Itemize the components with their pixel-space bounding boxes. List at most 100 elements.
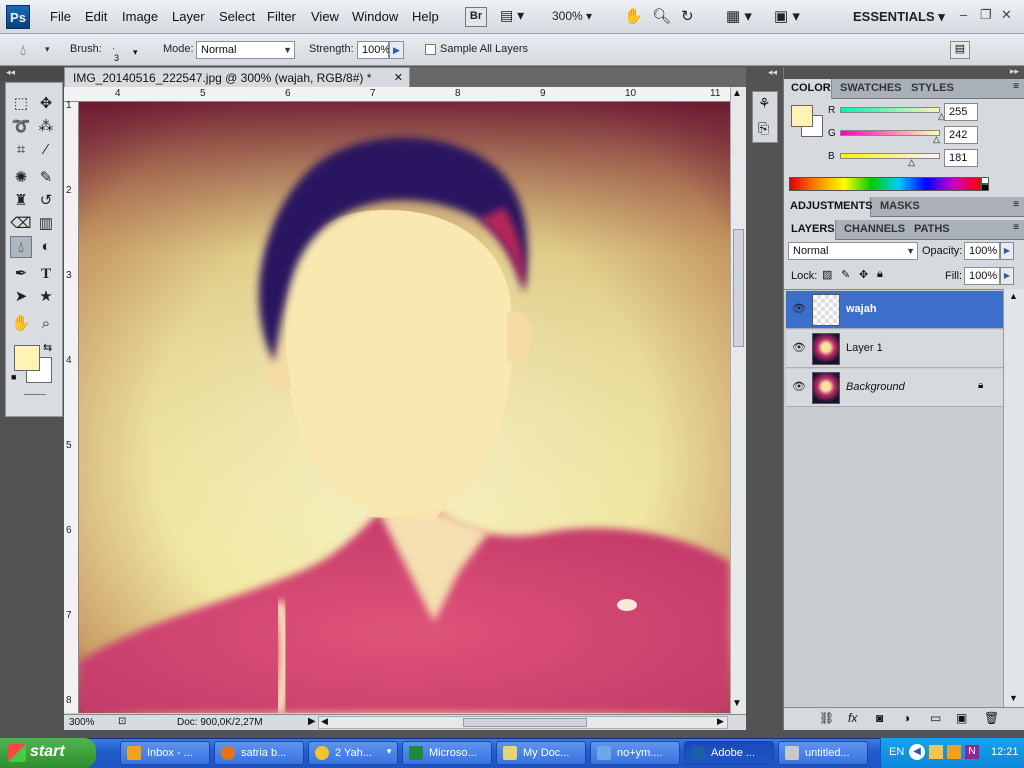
fill-slider-button[interactable]: ▶ (1000, 267, 1014, 285)
screen-mode-icon[interactable]: ▣ ▾ (774, 7, 800, 27)
opacity-input[interactable]: 100% (964, 242, 1000, 260)
visibility-eye-icon[interactable]: 👁︎ (792, 341, 806, 354)
shape-tool-icon[interactable]: ★ (35, 286, 57, 308)
add-mask-icon[interactable]: ◙ (876, 711, 883, 725)
hand-icon[interactable]: ✋ (624, 7, 643, 27)
brush-tool-icon[interactable]: ✎ (35, 167, 57, 189)
lock-position-icon[interactable]: ✥ (859, 268, 868, 281)
gradient-tool-icon[interactable]: ▥ (35, 213, 57, 235)
layer-name[interactable]: Layer 1 (846, 342, 883, 354)
panel-menu-icon[interactable]: ≡ (1013, 81, 1019, 92)
panel-menu-icon[interactable]: ≡ (1013, 222, 1019, 233)
tab-swatches[interactable]: SWATCHES (840, 82, 902, 94)
healing-brush-tool-icon[interactable]: ✺ (10, 167, 32, 189)
fx-icon[interactable]: fx (848, 711, 857, 725)
blur-tool-icon[interactable]: 💧︎ (10, 236, 32, 258)
eyedropper-tool-icon[interactable]: ⁄ (35, 139, 57, 161)
vertical-scrollbar[interactable]: ▲ ▼ (730, 87, 746, 714)
taskbar-item-browser[interactable]: satria b... (214, 741, 304, 765)
language-indicator[interactable]: EN (889, 746, 904, 758)
sample-all-layers-checkbox[interactable] (425, 44, 436, 55)
arrange-documents-icon[interactable]: ▦ ▾ (726, 7, 752, 27)
h-scroll-thumb[interactable] (463, 718, 587, 727)
menu-view[interactable]: View (311, 9, 339, 24)
g-slider-thumb[interactable]: △ (933, 134, 940, 145)
collapse-icon[interactable]: ◂◂ (6, 67, 15, 78)
mode-select[interactable]: Normal ▼ (196, 41, 295, 59)
swap-colors-icon[interactable]: ⇆ (43, 341, 52, 354)
panel-toggle-icon[interactable]: ▤ (950, 41, 970, 59)
menu-window[interactable]: Window (352, 9, 398, 24)
zoom-icon[interactable]: 🔍︎ (652, 7, 671, 27)
taskbar-item-yahoo[interactable]: 2 Yah... ▼ (308, 741, 398, 765)
status-zoom[interactable]: 300% (69, 717, 95, 728)
menu-file[interactable]: File (50, 9, 71, 24)
r-slider[interactable]: △ (840, 107, 945, 121)
clone-stamp-tool-icon[interactable]: ♜ (10, 190, 32, 212)
tab-styles[interactable]: STYLES (911, 82, 954, 94)
b-input[interactable]: 181 (944, 149, 978, 167)
tab-paths[interactable]: PATHS (914, 223, 950, 235)
lock-transparent-icon[interactable]: ▨ (822, 268, 832, 281)
b-slider-thumb[interactable]: △ (908, 157, 915, 168)
foreground-color-swatch[interactable] (14, 345, 40, 371)
status-menu-arrow-icon[interactable]: ▶ (308, 716, 316, 727)
scroll-down-icon[interactable]: ▼ (732, 698, 742, 709)
onenote-icon[interactable]: N (965, 745, 979, 759)
lock-all-icon[interactable]: 🔒︎ (877, 268, 883, 281)
spectrum-white[interactable] (981, 177, 989, 184)
hand-tool-icon[interactable]: ✋ (10, 313, 32, 335)
tab-channels[interactable]: CHANNELS (844, 223, 905, 235)
collapse-dock-icon[interactable]: ▸▸ (1010, 66, 1019, 77)
scroll-up-icon[interactable]: ▲ (1009, 291, 1018, 301)
scroll-thumb[interactable] (733, 229, 744, 347)
horizontal-scrollbar[interactable]: ◀ ▶ (318, 716, 728, 729)
taskbar-item-excel[interactable]: Microso... (402, 741, 492, 765)
show-hidden-icons-icon[interactable]: ◀ (909, 744, 925, 760)
layer-row-layer-1[interactable]: 👁︎ Layer 1 (786, 330, 1003, 368)
layers-scrollbar[interactable]: ▲ ▼ (1003, 289, 1024, 707)
expand-icon[interactable]: ◂◂ (768, 67, 777, 78)
taskbar-item-notepad[interactable]: no+ym.... (590, 741, 680, 765)
layer-name[interactable]: wajah (846, 303, 877, 315)
close-icon[interactable]: ✕ (1001, 7, 1012, 23)
clone-source-icon[interactable]: ⎘ (758, 120, 769, 137)
new-layer-icon[interactable]: ▣ (956, 711, 967, 725)
scroll-down-icon[interactable]: ▼ (1009, 693, 1018, 703)
scroll-left-icon[interactable]: ◀ (321, 716, 328, 727)
workspace-switcher[interactable]: ESSENTIALS ▾ (853, 9, 945, 25)
tray-mail-icon[interactable] (947, 745, 961, 759)
g-input[interactable]: 242 (944, 126, 978, 144)
rotate-view-icon[interactable]: ↻ (681, 7, 694, 27)
tool-preset-chevron-icon[interactable]: ▾ (45, 44, 50, 55)
r-input[interactable]: 255 (944, 103, 978, 121)
blur-tool-icon[interactable]: 💧︎ (20, 42, 26, 59)
tray-app-icon[interactable] (929, 745, 943, 759)
path-selection-tool-icon[interactable]: ➤ (10, 286, 32, 308)
delete-layer-icon[interactable]: 🗑︎ (984, 711, 999, 725)
color-fg-swatch[interactable] (791, 105, 813, 127)
taskbar-item-paint[interactable]: untitled... (778, 741, 868, 765)
eraser-tool-icon[interactable]: ⌫ (10, 213, 32, 235)
spectrum-black[interactable] (981, 184, 989, 191)
status-icon[interactable]: ⊡ (118, 716, 126, 727)
menu-select[interactable]: Select (219, 9, 255, 24)
start-button[interactable]: start (0, 738, 96, 768)
layer-row-background[interactable]: 👁︎ Background 🔒︎ (786, 369, 1003, 407)
brush-presets-icon[interactable]: ⚘ (758, 95, 771, 112)
zoom-level-dropdown[interactable]: 300% ▾ (552, 7, 602, 27)
menu-filter[interactable]: Filter (267, 9, 296, 24)
opacity-slider-button[interactable]: ▶ (1000, 242, 1014, 260)
restore-icon[interactable]: ❐ (980, 7, 992, 23)
dodge-tool-icon[interactable]: ◐ (35, 236, 57, 258)
visibility-eye-icon[interactable]: 👁︎ (792, 380, 806, 393)
new-group-icon[interactable]: ▭ (930, 711, 941, 725)
link-layers-icon[interactable]: ⛓ (819, 711, 834, 725)
tab-color[interactable]: COLOR (791, 82, 831, 94)
pen-tool-icon[interactable]: ✒ (10, 263, 32, 285)
minimize-icon[interactable]: – (960, 7, 967, 22)
g-slider[interactable]: △ (840, 130, 940, 144)
crop-tool-icon[interactable]: ⌗ (10, 139, 32, 161)
zoom-tool-icon[interactable]: ⌕ (35, 313, 57, 335)
menu-image[interactable]: Image (122, 9, 158, 24)
